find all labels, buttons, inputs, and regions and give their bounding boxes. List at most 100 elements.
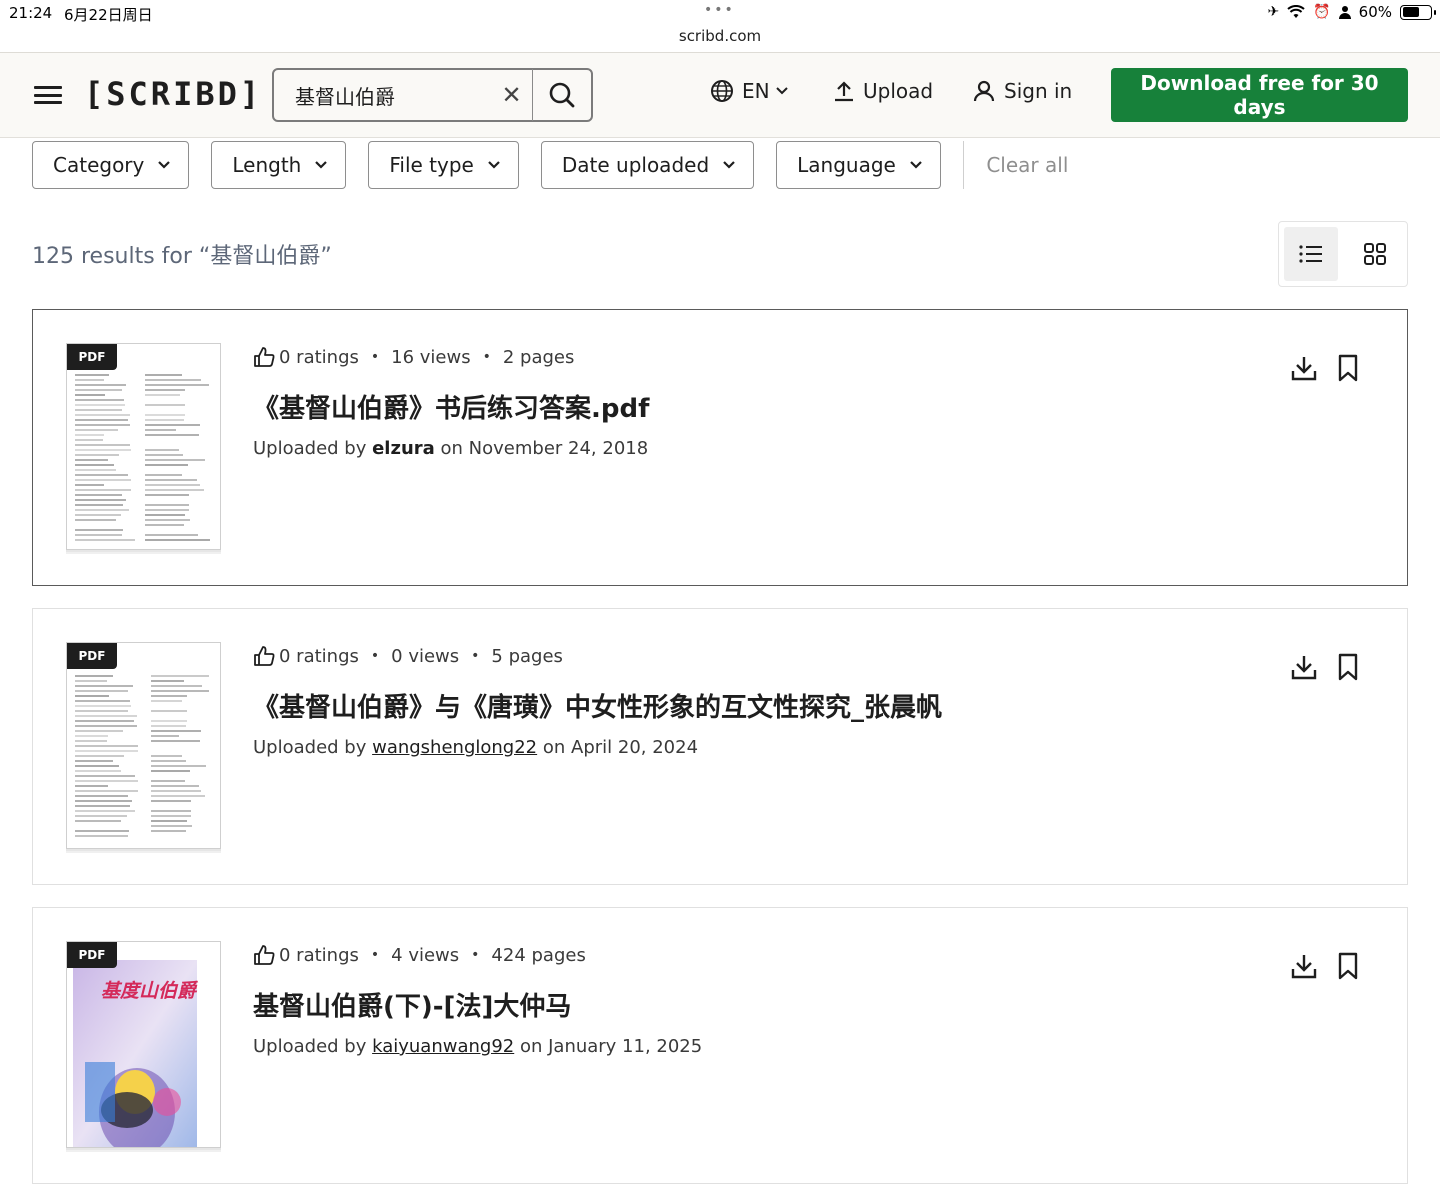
search-button[interactable] (533, 69, 591, 121)
document-thumbnail[interactable]: PDF (66, 343, 221, 550)
thumbnail-text-line (75, 720, 134, 722)
thumbnail-text-line (151, 755, 182, 757)
thumbnail-text-line (75, 399, 124, 401)
uploaded-prefix: Uploaded by (253, 438, 373, 459)
grid-view-button[interactable] (1348, 227, 1402, 281)
thumbnail-text-line (75, 434, 104, 436)
thumbnail-text-line (151, 685, 202, 687)
pdf-badge: PDF (67, 344, 117, 370)
person-icon (1338, 6, 1351, 19)
sign-in-label: Sign in (1004, 79, 1073, 103)
chevron-down-icon (315, 161, 328, 169)
download-button[interactable] (1291, 951, 1317, 981)
thumbnail-text-line (151, 740, 200, 742)
thumbnail-text-line (151, 735, 179, 737)
scribd-logo[interactable]: [SCRIBD] (84, 75, 262, 113)
uploaded-info: Uploaded by wangshenglong22 on April 20,… (253, 737, 698, 758)
menu-icon[interactable] (34, 86, 62, 104)
uploaded-date: on April 20, 2024 (537, 737, 699, 758)
save-button[interactable] (1335, 652, 1361, 682)
thumbnail-text-line (145, 509, 189, 511)
result-card[interactable]: PDF 0 ratings • 0 views • 5 pages 《基督山伯爵… (32, 608, 1408, 885)
filter-file-type[interactable]: File type (368, 141, 519, 189)
thumbnail-text-line (75, 790, 138, 792)
download-icon (1291, 656, 1317, 680)
result-title[interactable]: 基督山伯爵(下)-[法]大仲马 (253, 986, 571, 1023)
result-card[interactable]: PDF 0 ratings • 16 views • 2 pages 《基督山伯… (32, 309, 1408, 586)
download-button[interactable] (1291, 353, 1317, 383)
thumbnail-text-line (75, 680, 107, 682)
document-thumbnail[interactable]: PDF (66, 642, 221, 849)
thumbnail-text-line (75, 514, 121, 516)
views-count: 0 views (391, 645, 460, 667)
uploaded-prefix: Uploaded by (253, 1036, 373, 1057)
result-title[interactable]: 《基督山伯爵》书后练习答案.pdf (253, 388, 649, 425)
sign-in-button[interactable]: Sign in (972, 79, 1072, 103)
search-box: ✕ (272, 68, 593, 122)
download-free-button[interactable]: Download free for 30 days (1111, 68, 1408, 122)
thumbnail-text-line (151, 785, 199, 787)
thumbnail-text-line (75, 830, 129, 832)
card-actions (1291, 353, 1361, 383)
thumbnail-text-line (151, 795, 205, 797)
clear-all-button[interactable]: Clear all (986, 153, 1068, 177)
thumbnail-text-line (75, 439, 103, 441)
thumbnail-text-line (75, 379, 104, 381)
thumbnail-text-line (151, 790, 201, 792)
thumbnail-text-line (151, 730, 201, 732)
thumbnail-text-line (145, 379, 201, 381)
thumbnail-text-line (75, 534, 122, 536)
result-card[interactable]: PDF 基度山伯爵 0 ratings • 4 views • 424 page… (32, 907, 1408, 1184)
thumbnail-text-line (145, 414, 185, 416)
thumbnail-text-line (75, 770, 121, 772)
thumbnail-text-line (75, 675, 113, 677)
thumbnail-text-line (145, 459, 205, 461)
download-button[interactable] (1291, 652, 1317, 682)
thumbnail-text-line (75, 745, 138, 747)
search-input[interactable] (295, 83, 495, 107)
filter-category[interactable]: Category (32, 141, 190, 189)
upload-button[interactable]: Upload (833, 79, 933, 103)
thumbnail-text-line (75, 504, 123, 506)
thumbnail-text-line (151, 825, 192, 827)
alarm-icon: ⏰ (1313, 4, 1331, 20)
chevron-down-icon (158, 161, 171, 169)
thumbnail-text-line (145, 484, 200, 486)
filter-length[interactable]: Length (211, 141, 347, 189)
address-bar-url[interactable]: scribd.com (0, 27, 1440, 45)
filter-label: Language (797, 153, 896, 177)
list-view-button[interactable] (1284, 227, 1338, 281)
thumbnail-text-line (145, 479, 197, 481)
result-meta: 0 ratings • 0 views • 5 pages (253, 645, 563, 667)
uploader-name[interactable]: kaiyuanwang92 (372, 1036, 514, 1057)
thumbnail-text-line (75, 835, 128, 837)
uploader-name[interactable]: elzura (372, 438, 435, 459)
thumbnail-text-line (75, 529, 123, 531)
thumbnail-text-line (151, 725, 186, 727)
thumbnail-text-line (75, 539, 135, 541)
save-button[interactable] (1335, 353, 1361, 383)
document-thumbnail[interactable]: PDF 基度山伯爵 (66, 941, 221, 1148)
filter-date-uploaded[interactable]: Date uploaded (540, 141, 755, 189)
thumbnail-text-line (75, 710, 128, 712)
thumbnail-text-line (75, 429, 118, 431)
thumbnail-text-line (75, 795, 128, 797)
tab-dots-icon[interactable]: ••• (704, 2, 735, 18)
battery-fill (1402, 7, 1419, 17)
filter-language[interactable]: Language (776, 141, 941, 189)
uploaded-info: Uploaded by kaiyuanwang92 on January 11,… (253, 1036, 702, 1057)
thumbnail-text-line (151, 700, 182, 702)
language-selector[interactable]: EN (710, 79, 788, 103)
thumbnail-text-line (151, 765, 206, 767)
thumbnail-text-line (75, 820, 121, 822)
thumbnail-text-line (151, 810, 191, 812)
thumbnail-text-line (151, 680, 184, 682)
result-title[interactable]: 《基督山伯爵》与《唐璜》中女性形象的互文性探究_张晨帆 (253, 687, 942, 724)
save-button[interactable] (1335, 951, 1361, 981)
thumbnail-text-line (75, 489, 131, 491)
thumbnail-text-line (145, 449, 179, 451)
thumbnail-text-line (151, 690, 209, 692)
clear-search-icon[interactable]: ✕ (497, 81, 526, 109)
thumbs-up-icon (254, 646, 275, 666)
uploader-name[interactable]: wangshenglong22 (372, 737, 537, 758)
